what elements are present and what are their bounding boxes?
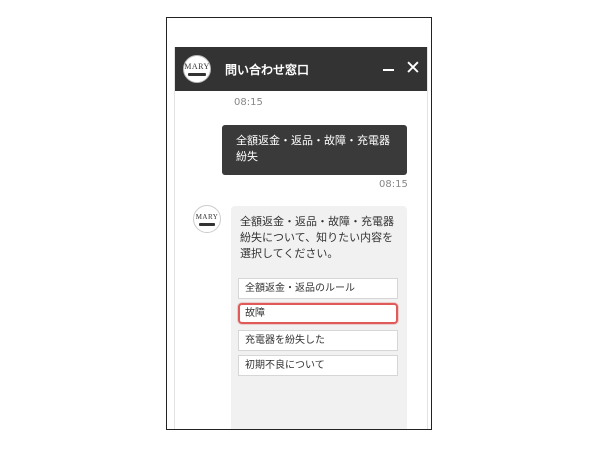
bot-avatar-bar [199, 223, 215, 226]
bot-avatar: MARY [193, 205, 221, 233]
option-malfunction[interactable]: 故障 [238, 303, 398, 324]
chat-header: MARY 問い合わせ窓口 ✕ [175, 47, 427, 91]
chat-body[interactable]: 08:15 全額返金・返品・故障・充電器紛失 08:15 MARY 全額返金・返… [175, 91, 427, 429]
close-icon[interactable]: ✕ [404, 57, 422, 79]
user-message-timestamp: 08:15 [379, 179, 408, 190]
brand-logo: MARY [183, 55, 211, 83]
bot-message-text: 全額返金・返品・故障・充電器紛失について、知りたい内容を選択してください。 [240, 215, 394, 260]
brand-logo-text: MARY [184, 62, 210, 71]
bot-avatar-text: MARY [195, 213, 219, 221]
brand-logo-bar [188, 73, 206, 76]
message-timestamp: 08:15 [234, 97, 263, 108]
option-initial-defect[interactable]: 初期不良について [238, 355, 398, 376]
option-refund-rules[interactable]: 全額返金・返品のルール [238, 278, 398, 299]
bot-message-bubble: 全額返金・返品・故障・充電器紛失について、知りたい内容を選択してください。 全額… [231, 206, 407, 429]
user-message-bubble: 全額返金・返品・故障・充電器紛失 [222, 125, 407, 175]
chat-widget: MARY 問い合わせ窓口 ✕ 08:15 全額返金・返品・故障・充電器紛失 08… [174, 47, 428, 429]
screenshot-frame: MARY 問い合わせ窓口 ✕ 08:15 全額返金・返品・故障・充電器紛失 08… [166, 17, 432, 430]
option-lost-charger[interactable]: 充電器を紛失した [238, 330, 398, 351]
chat-title: 問い合わせ窓口 [225, 63, 310, 77]
minimize-icon[interactable] [383, 69, 394, 71]
